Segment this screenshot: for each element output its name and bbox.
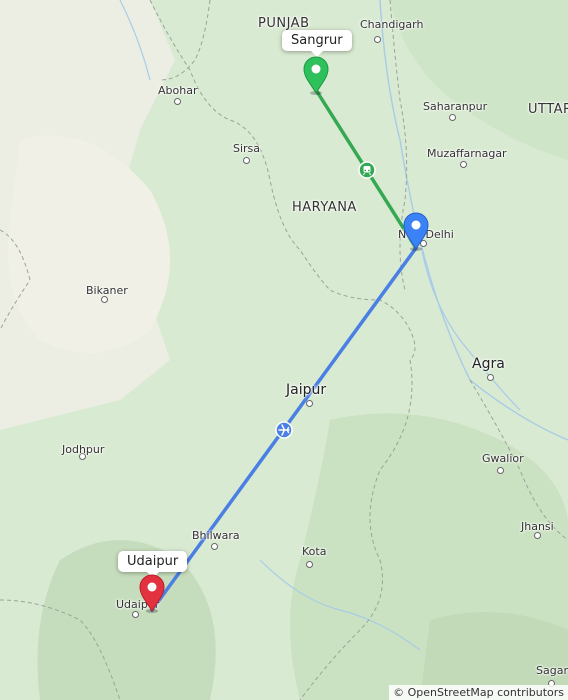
city-dot-gwalior bbox=[497, 467, 504, 474]
destination-callout[interactable]: Udaipur bbox=[118, 551, 188, 578]
city-dot-kota bbox=[306, 561, 313, 568]
origin-callout[interactable]: Sangrur bbox=[282, 30, 352, 57]
label-muzaffarnagar: Muzaffarnagar bbox=[427, 147, 507, 160]
city-dot-saharanpur bbox=[449, 114, 456, 121]
city-dot-jaipur bbox=[306, 400, 313, 407]
city-dot-bhilwara bbox=[211, 543, 218, 550]
label-saharanpur: Saharanpur bbox=[423, 100, 488, 113]
label-agra: Agra bbox=[472, 356, 505, 372]
label-kota: Kota bbox=[302, 545, 327, 558]
origin-pin-icon[interactable] bbox=[302, 56, 330, 96]
city-dot-muzaffarnagar bbox=[460, 161, 467, 168]
label-bhilwara: Bhilwara bbox=[192, 529, 240, 542]
stop-pin-icon[interactable] bbox=[402, 212, 430, 252]
label-bikaner: Bikaner bbox=[86, 284, 128, 297]
label-sagar: Sagar bbox=[536, 664, 568, 677]
label-haryana: HARYANA bbox=[292, 200, 357, 215]
airplane-icon bbox=[275, 421, 293, 439]
label-chandigarh: Chandigarh bbox=[360, 18, 424, 31]
city-dot-bikaner bbox=[101, 296, 108, 303]
label-abohar: Abohar bbox=[158, 84, 198, 97]
label-uttar: UTTAR bbox=[528, 102, 568, 117]
city-dot-abohar bbox=[174, 98, 181, 105]
label-jaipur: Jaipur bbox=[286, 382, 327, 398]
label-jodhpur: Jodhpur bbox=[62, 443, 105, 456]
map-attribution[interactable]: © OpenStreetMap contributors bbox=[389, 685, 568, 700]
label-gwalior: Gwalior bbox=[482, 452, 524, 465]
map-view[interactable]: PUNJAB Chandigarh UTTAR Abohar Saharanpu… bbox=[0, 0, 568, 700]
label-sirsa: Sirsa bbox=[233, 142, 261, 155]
destination-pin-icon[interactable] bbox=[138, 574, 166, 614]
label-jhansi: Jhansi bbox=[521, 520, 554, 533]
label-punjab: PUNJAB bbox=[258, 16, 310, 31]
city-dot-sirsa bbox=[243, 157, 250, 164]
city-dot-chandigarh bbox=[374, 36, 381, 43]
city-dot-agra bbox=[487, 374, 494, 381]
train-icon bbox=[358, 161, 376, 179]
city-dot-jhansi bbox=[534, 532, 541, 539]
